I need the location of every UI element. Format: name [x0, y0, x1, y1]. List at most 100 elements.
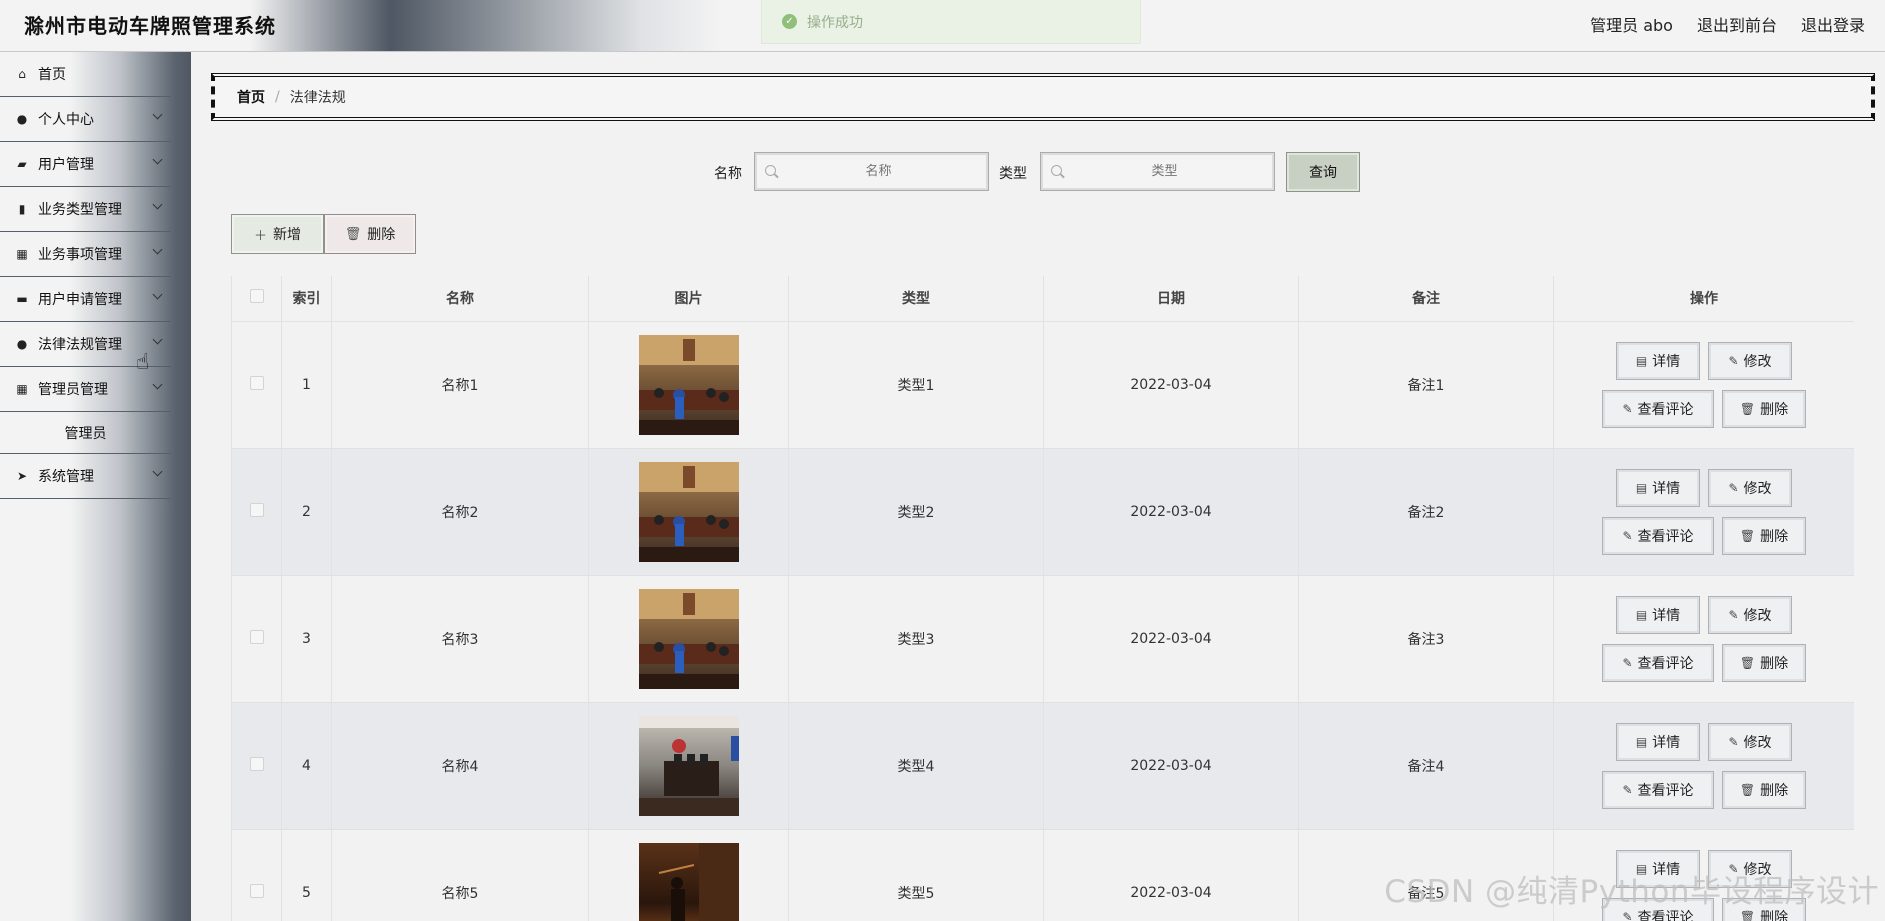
view-comments-button[interactable]: ✎ 查看评论 [1602, 897, 1714, 921]
courtroom-photo[interactable] [638, 334, 739, 435]
actions-cell: ▤ 详情 ✎ 修改 ✎ 查看评论 🗑 删除 [1553, 575, 1854, 703]
sidebar-item-business-types[interactable]: ▮ 业务类型管理 [0, 187, 171, 232]
sidebar-subitem-admin[interactable]: 管理员 [0, 412, 171, 454]
row-checkbox[interactable] [249, 375, 264, 390]
sidebar-item-applications[interactable]: ▬ 用户申请管理 [0, 277, 171, 322]
note-cell: 备注4 [1298, 702, 1554, 830]
sidebar-item-label: 管理员管理 [38, 382, 108, 398]
trash-icon: 🗑 [1739, 401, 1756, 416]
detail-button[interactable]: ▤ 详情 [1616, 468, 1700, 507]
briefcase-icon: ▬ [16, 292, 28, 306]
grid-icon: ▦ [16, 247, 28, 261]
edit-button-label: 修改 [1743, 734, 1772, 751]
document-icon: ▤ [1635, 353, 1648, 368]
sidebar-item-home[interactable]: ⌂ 首页 [0, 52, 171, 97]
delete-row-button[interactable]: 🗑 删除 [1722, 770, 1806, 809]
app-title: 滁州市电动车牌照管理系统 [24, 14, 276, 38]
chevron-down-icon [152, 334, 163, 345]
select-all-header [231, 276, 282, 322]
type-search-label: 类型 [999, 166, 1027, 182]
edit-button[interactable]: ✎ 修改 [1708, 849, 1792, 888]
delete-button-label: 删除 [367, 227, 396, 243]
chevron-down-icon [152, 379, 163, 390]
add-button-label: 新增 [273, 227, 301, 243]
courtroom-bench-photo[interactable] [638, 715, 739, 816]
type-search-input[interactable] [1041, 153, 1274, 190]
back-to-front-link[interactable]: 退出到前台 [1697, 12, 1777, 36]
date-cell: 2022-03-04 [1043, 829, 1299, 921]
delete-row-button-label: 删除 [1760, 401, 1789, 418]
select-all-checkbox[interactable] [249, 289, 264, 304]
name-search-input[interactable] [755, 153, 988, 190]
delete-row-button[interactable]: 🗑 删除 [1722, 643, 1806, 682]
column-header: 备注 [1298, 276, 1554, 322]
courtroom-photo[interactable] [638, 461, 739, 562]
user-icon: ● [16, 112, 28, 126]
query-button[interactable]: 查询 [1286, 152, 1360, 192]
detail-button[interactable]: ▤ 详情 [1616, 341, 1700, 380]
view-comments-button[interactable]: ✎ 查看评论 [1602, 770, 1714, 809]
delete-row-button-label: 删除 [1760, 909, 1789, 921]
sidebar-item-business-items[interactable]: ▦ 业务事项管理 [0, 232, 171, 277]
row-checkbox[interactable] [249, 756, 264, 771]
delete-row-button[interactable]: 🗑 删除 [1722, 389, 1806, 428]
view-comments-button[interactable]: ✎ 查看评论 [1602, 643, 1714, 682]
delete-row-button-label: 删除 [1760, 782, 1789, 799]
date-cell: 2022-03-04 [1043, 702, 1299, 830]
column-header: 名称 [331, 276, 589, 322]
image-cell [588, 448, 789, 576]
bulb-icon: ● [16, 337, 28, 351]
trash-icon: 🗑 [344, 226, 362, 242]
column-header: 类型 [788, 276, 1044, 322]
sidebar-item-label: 个人中心 [38, 112, 94, 128]
edit-button[interactable]: ✎ 修改 [1708, 341, 1792, 380]
note-cell: 备注3 [1298, 575, 1554, 703]
detail-button[interactable]: ▤ 详情 [1616, 595, 1700, 634]
grid-icon: ▦ [16, 382, 28, 396]
type-search-field[interactable] [1040, 152, 1275, 191]
index-cell: 2 [281, 448, 332, 576]
admin-user-label[interactable]: 管理员 abo [1590, 12, 1673, 36]
detail-button[interactable]: ▤ 详情 [1616, 722, 1700, 761]
row-select-cell [231, 829, 282, 921]
type-cell: 类型4 [788, 702, 1044, 830]
view-comments-button-label: 查看评论 [1637, 528, 1694, 545]
pointer-cursor-icon: ☝ [136, 350, 150, 375]
name-cell: 名称3 [331, 575, 589, 703]
table-row: 1 名称1 类型1 2022-03-04 备注1 ▤ 详情 ✎ 修改 ✎ 查看评论 🗑 删除 [231, 321, 1854, 449]
row-select-cell [231, 575, 282, 703]
logout-link[interactable]: 退出登录 [1801, 12, 1865, 36]
justice-statue-photo[interactable] [638, 842, 739, 921]
delete-row-button[interactable]: 🗑 删除 [1722, 516, 1806, 555]
row-checkbox[interactable] [249, 629, 264, 644]
row-checkbox[interactable] [249, 883, 264, 898]
detail-button[interactable]: ▤ 详情 [1616, 849, 1700, 888]
success-toast: ✓ 操作成功 [761, 0, 1141, 44]
note-cell: 备注1 [1298, 321, 1554, 449]
column-header: 操作 [1553, 276, 1854, 322]
edit-button[interactable]: ✎ 修改 [1708, 468, 1792, 507]
trash-icon: 🗑 [1739, 655, 1756, 670]
bulk-delete-button[interactable]: 🗑 删除 [324, 214, 416, 254]
search-bar: 名称 类型 查询 [0, 152, 1885, 192]
name-search-field[interactable] [754, 152, 989, 191]
edit-button[interactable]: ✎ 修改 [1708, 595, 1792, 634]
chevron-down-icon [152, 244, 163, 255]
index-cell: 5 [281, 829, 332, 921]
sidebar-item-system[interactable]: ➤ 系统管理 [0, 454, 171, 499]
chevron-down-icon [152, 466, 163, 477]
sidebar-item-profile[interactable]: ● 个人中心 [0, 97, 171, 142]
delete-row-button[interactable]: 🗑 删除 [1722, 897, 1806, 921]
view-comments-button[interactable]: ✎ 查看评论 [1602, 389, 1714, 428]
trash-icon: 🗑 [1739, 528, 1756, 543]
add-button[interactable]: ＋ 新增 [231, 214, 324, 254]
type-cell: 类型2 [788, 448, 1044, 576]
pencil-icon: ✎ [1622, 401, 1633, 416]
breadcrumb-home[interactable]: 首页 [237, 87, 265, 107]
row-checkbox[interactable] [249, 502, 264, 517]
view-comments-button[interactable]: ✎ 查看评论 [1602, 516, 1714, 555]
courtroom-photo[interactable] [638, 588, 739, 689]
edit-button[interactable]: ✎ 修改 [1708, 722, 1792, 761]
column-header: 日期 [1043, 276, 1299, 322]
type-cell: 类型1 [788, 321, 1044, 449]
